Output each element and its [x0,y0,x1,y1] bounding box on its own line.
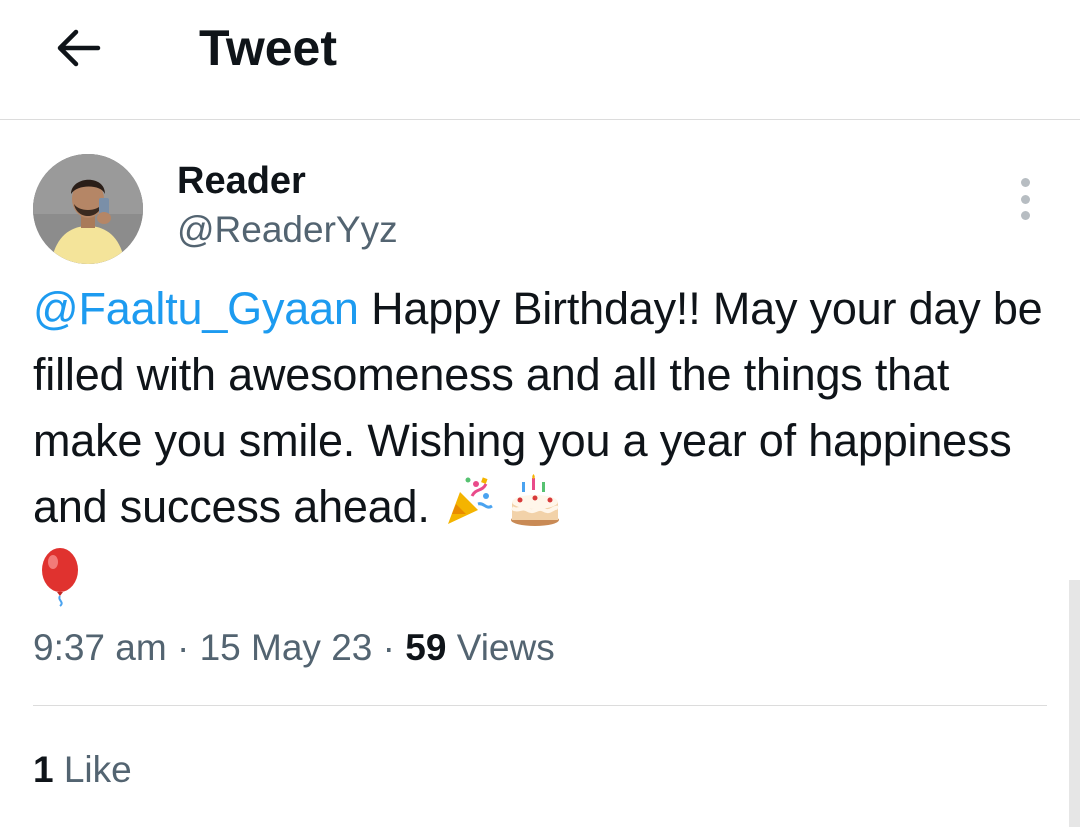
author-handle[interactable]: @ReaderYyz [177,206,398,254]
views-count[interactable]: 59 [405,627,446,668]
tweet-detail-page: Tweet Reader @ReaderYyz @Faaltu_Gyaan Ha… [0,0,1080,827]
page-title: Tweet [199,20,337,76]
meta-separator: · [382,627,395,668]
more-dot-icon [1020,211,1030,220]
tweet-time[interactable]: 9:37 am [33,627,167,668]
like-label: Like [63,749,132,790]
scrollbar[interactable] [1069,580,1080,827]
more-dot-icon [1020,194,1030,204]
avatar[interactable] [33,154,143,264]
top-app-bar: Tweet [0,0,1080,120]
likes-button[interactable]: 1 Like [33,745,132,795]
arrow-left-icon [57,29,101,67]
divider [33,705,1047,706]
views-label[interactable]: Views [457,627,555,668]
author-name[interactable]: Reader [177,157,306,205]
mention-link[interactable]: @Faaltu_Gyaan [33,283,359,334]
avatar-image [33,154,143,264]
more-dot-icon [1020,178,1030,187]
more-options-button[interactable] [1010,178,1040,220]
tweet-meta: 9:37 am · 15 May 23 · 59 Views [33,623,555,673]
birthday-cake-icon [508,474,562,546]
like-count: 1 [33,749,54,790]
tweet-date[interactable]: 15 May 23 [200,627,373,668]
balloon-icon [33,546,87,626]
back-button[interactable] [48,20,108,76]
meta-separator: · [176,627,190,668]
tweet-text: @Faaltu_Gyaan Happy Birthday!! May your … [33,276,1043,626]
party-popper-icon [442,474,496,546]
